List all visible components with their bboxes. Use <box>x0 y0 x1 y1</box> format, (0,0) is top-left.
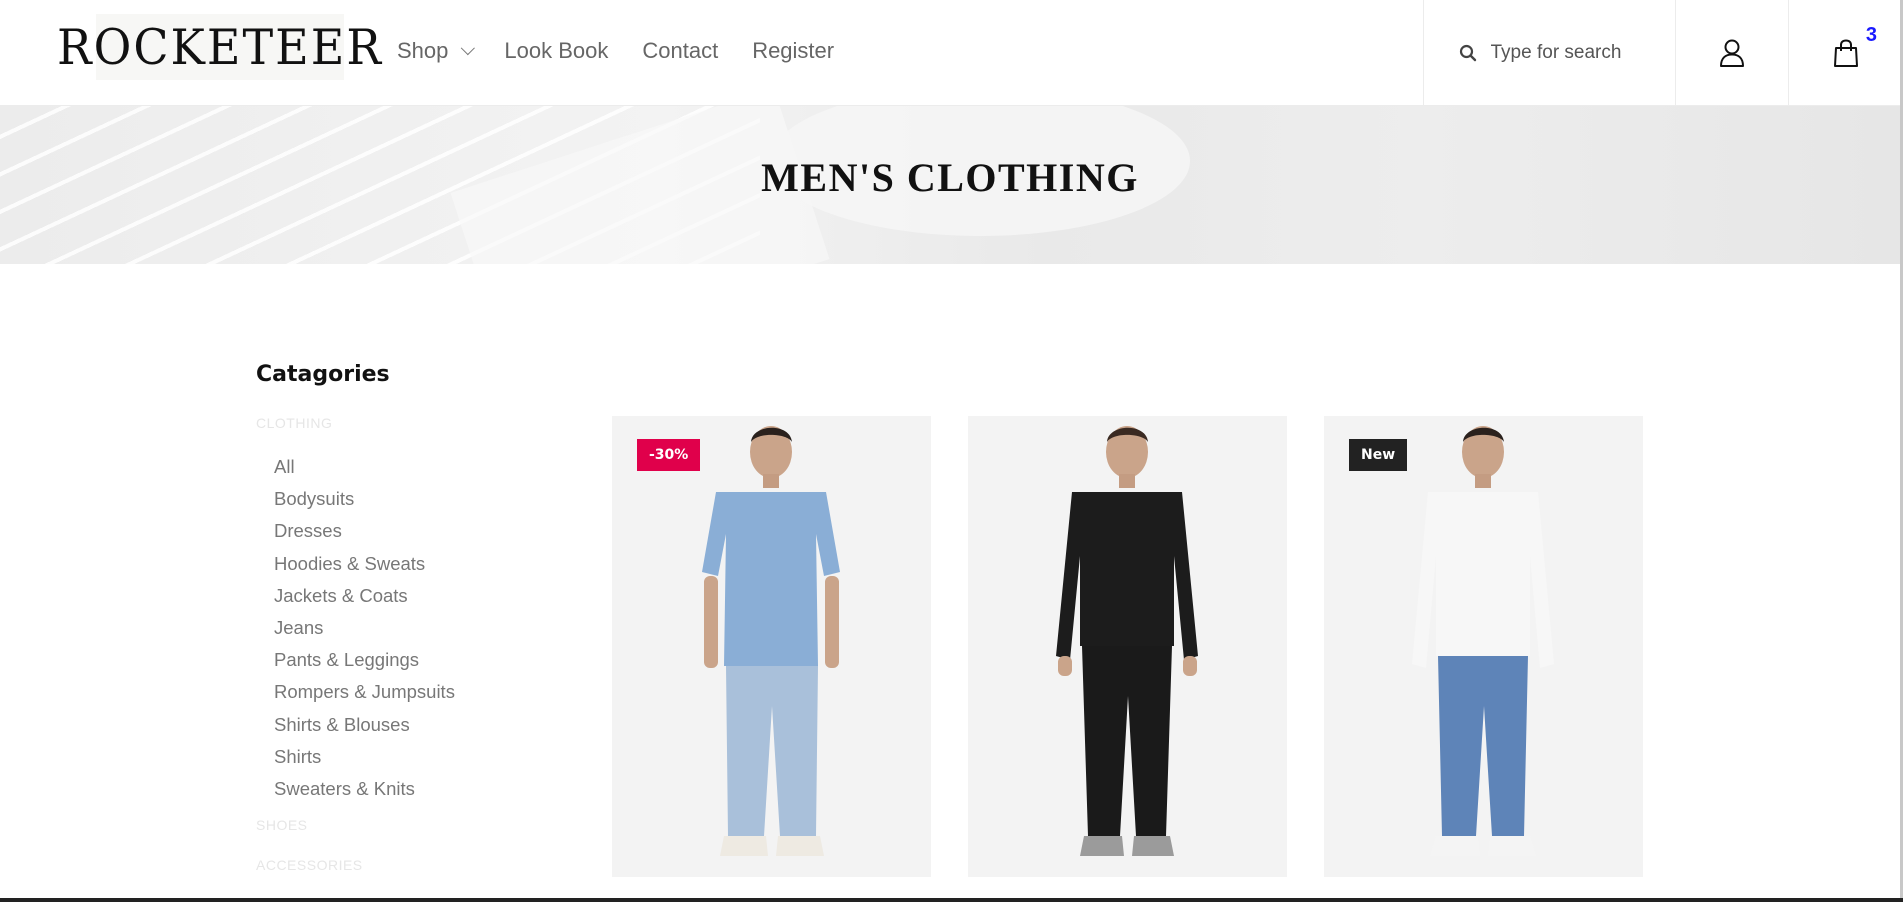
new-badge: New <box>1349 439 1408 471</box>
product-image <box>1412 426 1554 856</box>
category-item-rompers[interactable]: Rompers & Jumpsuits <box>274 676 516 708</box>
category-item-all[interactable]: All <box>274 451 516 483</box>
bottom-edge <box>0 898 1903 902</box>
site-header: ROCKETEER Shop Look Book Contact Registe… <box>0 0 1903 106</box>
logo-text: ROCKETEER <box>57 18 383 76</box>
nav-item-contact[interactable]: Contact <box>642 38 718 64</box>
category-item-hoodies[interactable]: Hoodies & Sweats <box>274 548 516 580</box>
search-area <box>1423 0 1675 106</box>
category-item-sweaters[interactable]: Sweaters & Knits <box>274 773 516 805</box>
nav-item-label: Shop <box>397 38 449 63</box>
category-group-accessories[interactable]: ACCESSORIES <box>256 857 516 879</box>
sale-badge: -30% <box>637 439 701 471</box>
main-nav: Shop Look Book Contact Register <box>397 38 834 64</box>
product-card[interactable]: New <box>1324 416 1643 877</box>
logo[interactable]: ROCKETEER <box>57 14 381 80</box>
category-item-shirts[interactable]: Shirts <box>274 741 516 773</box>
category-item-jackets[interactable]: Jackets & Coats <box>274 580 516 612</box>
account-button[interactable] <box>1675 0 1788 106</box>
category-item-dresses[interactable]: Dresses <box>274 515 516 547</box>
nav-item-label: Contact <box>642 38 719 63</box>
product-card[interactable] <box>968 416 1287 877</box>
chevron-down-icon <box>461 41 476 56</box>
cart-button[interactable]: 3 <box>1788 0 1903 106</box>
page-banner: MEN'S CLOTHING <box>0 106 1900 264</box>
nav-item-label: Look Book <box>504 38 609 63</box>
page-title: MEN'S CLOTHING <box>761 155 1139 200</box>
user-icon <box>1720 39 1744 67</box>
model-figure <box>1056 426 1198 856</box>
product-image <box>702 426 840 856</box>
nav-item-label: Register <box>752 38 835 63</box>
category-item-jeans[interactable]: Jeans <box>274 612 516 644</box>
search-input[interactable] <box>1490 42 1641 64</box>
category-item-bodysuits[interactable]: Bodysuits <box>274 483 516 515</box>
category-item-pants[interactable]: Pants & Leggings <box>274 644 516 676</box>
category-group-shoes[interactable]: SHOES <box>256 817 516 839</box>
shopping-bag-icon <box>1834 39 1858 67</box>
product-image <box>1056 426 1198 856</box>
cart-count-badge: 3 <box>1865 24 1877 46</box>
nav-item-look-book[interactable]: Look Book <box>504 38 608 64</box>
category-sidebar: Catagories CLOTHING All Bodysuits Dresse… <box>256 362 516 879</box>
sidebar-title: Catagories <box>256 362 390 387</box>
nav-item-register[interactable]: Register <box>752 38 834 64</box>
product-card[interactable]: -30% <box>612 416 931 877</box>
category-list: All Bodysuits Dresses Hoodies & Sweats J… <box>274 451 516 805</box>
nav-item-shop[interactable]: Shop <box>397 38 476 64</box>
category-item-shirts-blouses[interactable]: Shirts & Blouses <box>274 709 516 741</box>
search-icon[interactable] <box>1459 44 1477 62</box>
model-figure <box>1412 426 1554 856</box>
category-group-clothing[interactable]: CLOTHING <box>256 415 516 437</box>
model-figure <box>702 426 840 856</box>
